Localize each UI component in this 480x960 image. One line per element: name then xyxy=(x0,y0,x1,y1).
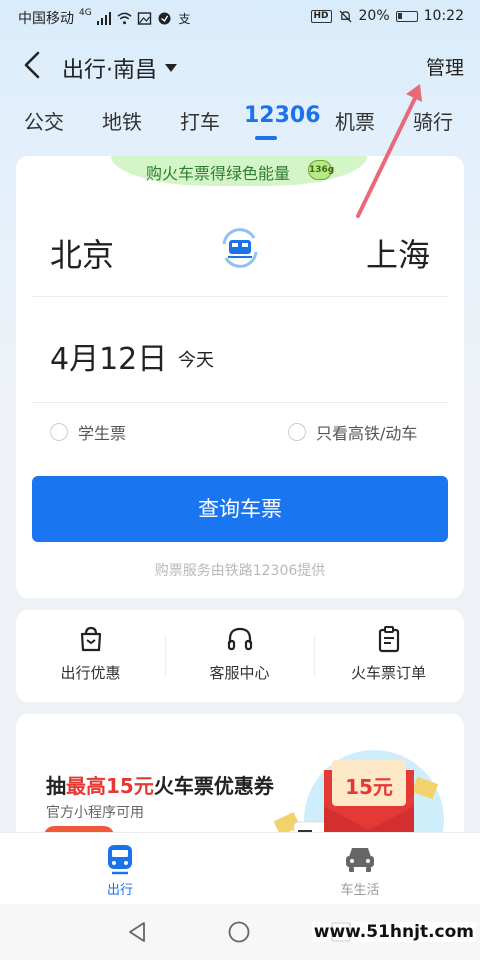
promo-title-suffix: 火车票优惠券 xyxy=(153,774,274,798)
network-label: 4G xyxy=(79,8,92,18)
tab-cycling[interactable]: 骑行 xyxy=(413,106,453,135)
signal-icon xyxy=(96,11,111,25)
battery-icon xyxy=(395,10,418,22)
travel-day-label: 今天 xyxy=(178,350,214,371)
tab-bus[interactable]: 公交 xyxy=(24,106,64,135)
gift-bag-icon xyxy=(80,626,101,652)
student-ticket-option[interactable]: 学生票 xyxy=(50,420,126,444)
shield-icon xyxy=(158,12,171,24)
green-energy-text: 购火车票得绿色能量 xyxy=(146,164,291,183)
coupon-amount: 15元 xyxy=(345,775,393,799)
clipboard-icon xyxy=(378,626,399,653)
system-navigation-bar: www.51hnjt.com xyxy=(0,904,480,960)
departure-station[interactable]: 北京 xyxy=(50,230,114,276)
manage-button[interactable]: 管理 xyxy=(426,53,464,80)
tab-12306[interactable]: 12306 xyxy=(244,103,321,128)
quick-action-label: 出行优惠 xyxy=(60,664,121,682)
mute-bell-icon xyxy=(339,10,352,22)
hd-badge: HD xyxy=(310,9,332,23)
mode-tabs: 公交 地铁 打车 12306 机票 骑行 xyxy=(0,100,480,144)
back-arrow-icon[interactable] xyxy=(20,50,46,80)
alipay-icon: 支 xyxy=(178,12,190,25)
promo-title-prefix: 抽 xyxy=(46,774,66,798)
promo-subtitle: 官方小程序可用 xyxy=(46,805,144,821)
image-icon xyxy=(137,11,151,25)
promo-card[interactable]: 抽最高15元火车票优惠券 官方小程序可用 15元 xyxy=(16,714,464,844)
app-header: 出行·南昌 管理 xyxy=(0,40,480,92)
quick-action-discount[interactable]: 出行优惠 xyxy=(16,624,165,683)
query-tickets-button[interactable]: 查询车票 xyxy=(32,476,448,542)
promo-title-highlight: 最高15元 xyxy=(66,774,154,798)
city-selector[interactable]: 出行·南昌 xyxy=(62,52,177,84)
page-title: 出行·南昌 xyxy=(62,58,157,83)
watermark: www.51hnjt.com xyxy=(311,922,476,942)
divider xyxy=(32,402,448,403)
promo-title: 抽最高15元火车票优惠券 xyxy=(46,770,274,799)
status-bar: 中国移动 4G 支 HD 20% 10:22 xyxy=(0,0,480,34)
active-tab-indicator xyxy=(255,136,277,140)
wifi-icon xyxy=(117,12,132,24)
swap-stations-icon[interactable] xyxy=(216,224,264,272)
quick-action-orders[interactable]: 火车票订单 xyxy=(314,624,463,683)
arrival-station[interactable]: 上海 xyxy=(366,230,430,276)
quick-action-label: 客服中心 xyxy=(209,664,270,682)
high-speed-only-label: 只看高铁/动车 xyxy=(316,424,418,443)
high-speed-only-option[interactable]: 只看高铁/动车 xyxy=(288,420,417,444)
clock: 10:22 xyxy=(423,8,464,24)
tab-taxi[interactable]: 打车 xyxy=(180,106,220,135)
train-ticket-card: 购火车票得绿色能量 136g 北京 上海 4月12日 今天 学生票 只看高铁/动… xyxy=(16,156,464,598)
headset-icon xyxy=(227,627,252,651)
radio-button[interactable] xyxy=(288,423,306,441)
bottom-tab-bar: 出行 车生活 xyxy=(0,832,480,904)
bottom-tab-label: 车生活 xyxy=(340,883,380,898)
tab-metro[interactable]: 地铁 xyxy=(102,106,142,135)
battery-percent: 20% xyxy=(358,8,390,24)
radio-button[interactable] xyxy=(50,423,68,441)
bottom-tab-label: 出行 xyxy=(106,883,133,898)
quick-action-customer-service[interactable]: 客服中心 xyxy=(165,624,314,683)
divider xyxy=(32,296,448,297)
svg-text:支: 支 xyxy=(178,12,190,25)
caret-down-icon xyxy=(165,64,177,72)
bottom-tab-travel[interactable]: 出行 xyxy=(70,843,170,898)
train-icon xyxy=(108,845,132,875)
car-icon xyxy=(346,848,374,872)
quick-action-label: 火车票订单 xyxy=(350,664,426,682)
travel-date[interactable]: 4月12日 xyxy=(50,334,167,378)
nav-home-icon[interactable] xyxy=(228,921,250,943)
carrier-label: 中国移动 xyxy=(18,11,74,27)
student-ticket-label: 学生票 xyxy=(78,424,127,443)
coupon-envelope-illustration: 15元 xyxy=(273,750,444,844)
tab-flight[interactable]: 机票 xyxy=(335,106,375,135)
energy-badge: 136g xyxy=(308,160,334,180)
service-note: 购票服务由铁路12306提供 xyxy=(154,563,326,579)
bottom-tab-car-life[interactable]: 车生活 xyxy=(310,843,410,898)
nav-back-icon[interactable] xyxy=(126,921,148,943)
quick-actions-card: 出行优惠 客服中心 火车票订单 xyxy=(16,610,464,702)
